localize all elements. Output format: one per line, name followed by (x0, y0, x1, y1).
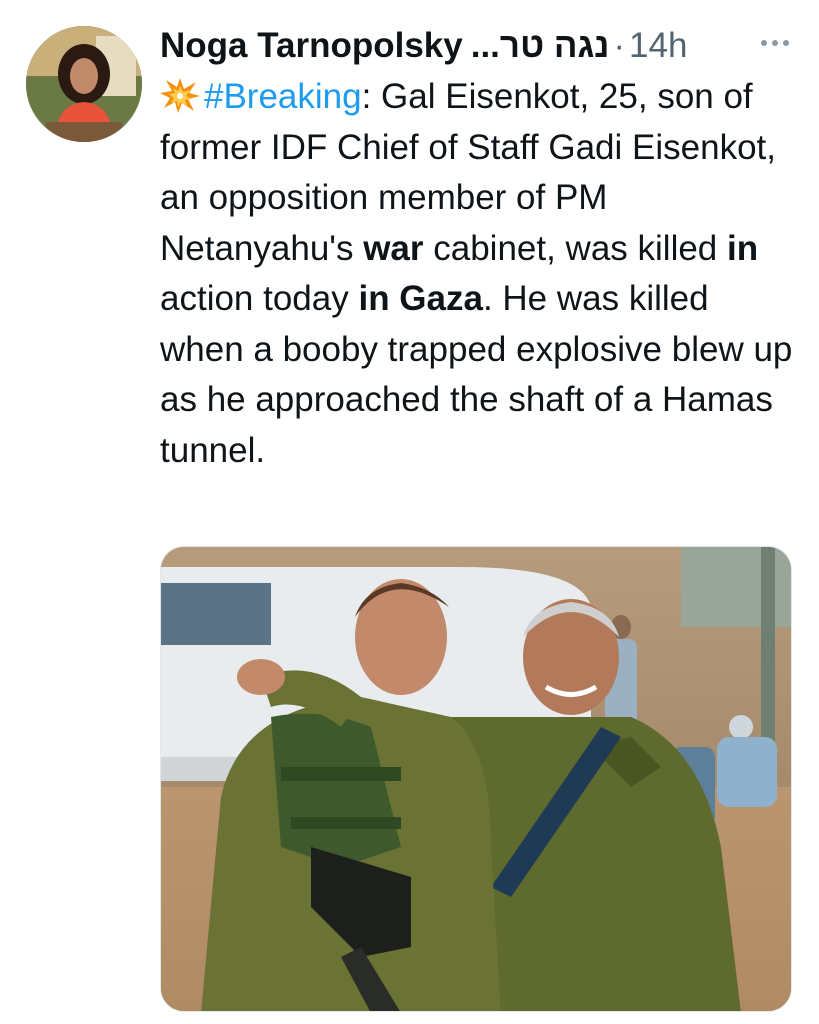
tweet-text: #Breaking: Gal Eisenkot, 25, son of form… (160, 72, 800, 476)
bold-segment: war (363, 228, 424, 268)
timestamp[interactable]: 14h (629, 26, 687, 66)
hashtag-link[interactable]: #Breaking (204, 77, 362, 116)
tweet[interactable]: Noga Tarnopolsky נגה טר... · 14h #Breaki… (0, 0, 819, 1024)
avatar-image (26, 26, 142, 142)
collision-icon (160, 78, 200, 113)
more-dots-icon[interactable] (761, 28, 789, 58)
text-segment: action today (160, 279, 359, 318)
display-name[interactable]: Noga Tarnopolsky (160, 26, 463, 66)
bold-segment: in (727, 228, 759, 268)
tweet-header: Noga Tarnopolsky נגה טר... · 14h (160, 22, 789, 70)
separator: · (613, 26, 626, 65)
photo-image (161, 547, 791, 1011)
tweet-photo[interactable] (160, 546, 792, 1012)
avatar[interactable] (26, 26, 142, 142)
hebrew-name[interactable]: נגה טר... (471, 26, 610, 66)
text-segment: cabinet, was killed (423, 228, 727, 268)
bold-segment: in Gaza (358, 279, 483, 318)
